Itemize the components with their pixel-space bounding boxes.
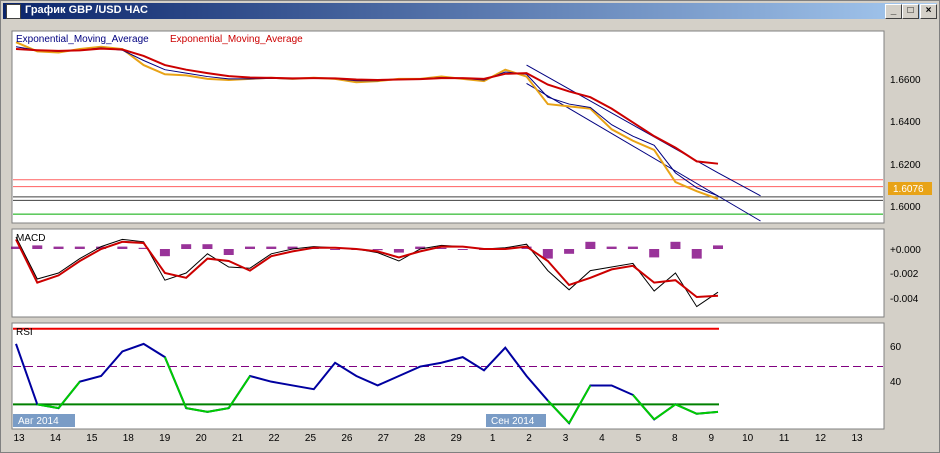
macd-histogram-bar — [691, 249, 702, 259]
minimize-button[interactable]: _ — [885, 4, 902, 19]
time-axis-label: 13 — [851, 433, 863, 444]
time-axis-label: 10 — [742, 433, 754, 444]
macd-histogram-bar — [159, 249, 170, 257]
price-tick-1: 1.6600 — [890, 75, 921, 86]
macd-tick-1: +0.000 — [890, 245, 921, 256]
time-axis-label: 4 — [599, 433, 605, 444]
macd-histogram-bar — [32, 245, 43, 249]
time-axis-label: 27 — [378, 433, 390, 444]
chart-app-icon — [6, 4, 21, 19]
maximize-button[interactable]: □ — [902, 4, 919, 19]
macd-label: MACD — [16, 233, 45, 244]
rsi-panel — [11, 322, 885, 430]
macd-histogram-bar — [457, 249, 468, 250]
macd-histogram-bar — [330, 249, 341, 250]
macd-histogram-bar — [393, 249, 404, 253]
price-tick-4: 1.6000 — [890, 202, 921, 213]
rsi-tick-40: 40 — [890, 377, 902, 388]
macd-histogram-bar — [223, 249, 234, 255]
time-axis-label: 18 — [123, 433, 135, 444]
macd-histogram-bar — [649, 249, 660, 258]
macd-tick-3: -0.004 — [890, 294, 919, 305]
macd-histogram-bar — [181, 244, 192, 249]
month-marker-aug-label: Авг 2014 — [18, 416, 59, 427]
chart-canvas[interactable]: Exponential_Moving_Average Exponential_M… — [2, 21, 938, 451]
window-title: График GBP /USD ЧАС — [25, 4, 148, 16]
price-legend-fast: Exponential_Moving_Average — [16, 34, 149, 45]
time-axis-label: 19 — [159, 433, 171, 444]
rsi-label: RSI — [16, 327, 33, 338]
macd-histogram-bar — [74, 246, 85, 249]
time-axis-label: 21 — [232, 433, 244, 444]
macd-histogram-bar — [585, 241, 596, 249]
time-axis-label: 9 — [708, 433, 714, 444]
time-axis-label: 25 — [305, 433, 317, 444]
price-legend-slow: Exponential_Moving_Average — [170, 34, 303, 45]
last-price-value: 1.6076 — [893, 184, 924, 195]
macd-histogram-bar — [202, 244, 213, 249]
title-bar: График GBP /USD ЧАС _ □ × — [3, 3, 937, 19]
price-tick-3: 1.6200 — [890, 160, 921, 171]
macd-histogram-bar — [713, 245, 723, 249]
rsi-tick-60: 60 — [890, 342, 902, 353]
close-button[interactable]: × — [920, 4, 937, 19]
macd-tick-2: -0.002 — [890, 269, 919, 280]
time-axis-label: 22 — [268, 433, 280, 444]
macd-histogram-bar — [245, 246, 255, 249]
price-tick-2: 1.6400 — [890, 117, 921, 128]
time-axis-label: 13 — [13, 433, 25, 444]
time-axis-label: 1 — [490, 433, 496, 444]
time-axis-label: 20 — [196, 433, 208, 444]
time-axis-label: 29 — [451, 433, 463, 444]
time-axis-label: 15 — [86, 433, 98, 444]
time-axis-label: 14 — [50, 433, 62, 444]
macd-histogram-bar — [266, 246, 277, 249]
chart-window: График GBP /USD ЧАС _ □ × Exponential_Mo… — [0, 0, 940, 453]
time-axis-label: 5 — [636, 433, 642, 444]
time-axis-label: 3 — [563, 433, 569, 444]
macd-histogram-bar — [564, 249, 575, 254]
time-axis-label: 8 — [672, 433, 678, 444]
month-marker-sep-label: Сен 2014 — [491, 416, 535, 427]
time-axis-label: 28 — [414, 433, 426, 444]
macd-histogram-bar — [53, 246, 64, 249]
time-axis-label: 11 — [779, 433, 790, 444]
macd-histogram-bar — [542, 249, 553, 259]
time-axis-label: 26 — [341, 433, 353, 444]
macd-histogram-bar — [627, 246, 638, 249]
macd-histogram-bar — [606, 246, 617, 249]
time-axis-label: 2 — [526, 433, 532, 444]
macd-histogram-bar — [670, 241, 681, 249]
time-axis-label: 12 — [815, 433, 827, 444]
time-axis: 13 14 15 18 19 20 21 22 25 26 27 28 29 1 2 3 4 5 8 9 10 11 12 1… — [13, 433, 863, 444]
macd-histogram-bar — [117, 246, 128, 249]
